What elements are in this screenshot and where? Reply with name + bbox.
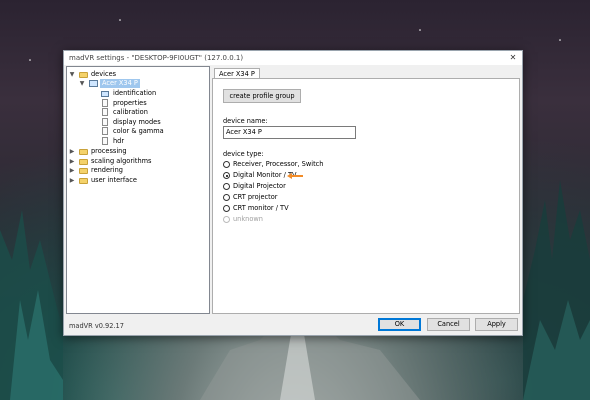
cancel-button[interactable]: Cancel	[427, 318, 470, 331]
radio-circle	[223, 216, 230, 223]
tree-item-device[interactable]: ▼ Acer X34 P	[79, 79, 209, 88]
madvr-settings-window: madVR settings - "DESKTOP-9FI0UGT" (127.…	[63, 50, 523, 336]
tree-item-label: user interface	[91, 175, 137, 184]
tree-item-processing[interactable]: ▶ processing	[69, 147, 209, 156]
radio-label: Receiver, Processor, Switch	[233, 160, 324, 168]
tree-item-label: Acer X34 P	[100, 79, 140, 88]
apply-button[interactable]: Apply	[475, 318, 518, 331]
radio-label: CRT monitor / TV	[233, 204, 289, 212]
tree-item-scaling-algorithms[interactable]: ▶ scaling algorithms	[69, 157, 209, 166]
folder-icon	[79, 177, 88, 184]
radio-circle	[223, 172, 230, 179]
collapse-icon[interactable]: ▼	[79, 79, 85, 88]
page-icon	[102, 136, 108, 145]
tree-item-rendering[interactable]: ▶ rendering	[69, 166, 209, 175]
id-card-icon	[101, 90, 109, 97]
page-icon	[102, 127, 108, 135]
page-icon	[102, 108, 108, 116]
device-type-label: device type:	[223, 150, 264, 158]
folder-icon	[79, 158, 88, 165]
tree-item-label: scaling algorithms	[91, 156, 152, 165]
radio-circle	[223, 194, 230, 201]
tree-item-label: devices	[91, 70, 117, 78]
tree-item-properties[interactable]: properties	[101, 98, 209, 108]
folder-icon	[79, 72, 88, 78]
tree-item-color-gamma[interactable]: color & gamma	[101, 127, 209, 136]
tree-item-label: rendering	[91, 166, 123, 174]
page-icon	[102, 98, 108, 107]
tree-item-label: display modes	[113, 117, 161, 126]
window-title: madVR settings - "DESKTOP-9FI0UGT" (127.…	[69, 54, 244, 62]
folder-icon	[79, 168, 88, 174]
radio-circle	[223, 205, 230, 212]
radio-selected-dot	[225, 174, 228, 177]
ok-button[interactable]: OK	[378, 318, 421, 331]
monitor-icon	[89, 80, 98, 87]
tab-strip: Acer X34 P	[212, 66, 520, 80]
expand-icon[interactable]: ▶	[69, 166, 75, 175]
collapse-icon[interactable]: ▼	[69, 70, 75, 79]
tree-item-identification[interactable]: identification	[101, 89, 209, 98]
expand-icon[interactable]: ▶	[69, 147, 75, 156]
arrow-left-icon	[287, 173, 303, 179]
tree-item-label: calibration	[113, 108, 148, 116]
folder-icon	[79, 149, 88, 155]
close-icon[interactable]: ✕	[504, 52, 522, 64]
device-settings-panel: create profile group device name: Acer X…	[212, 78, 520, 314]
tree-item-label: color & gamma	[113, 127, 164, 135]
radio-label: CRT projector	[233, 193, 278, 201]
page-icon	[102, 117, 108, 126]
tree-item-label: processing	[91, 147, 127, 155]
settings-tree[interactable]: ▼ devices ▼ Acer X34 P identification pr…	[66, 66, 210, 314]
tree-item-label: hdr	[113, 136, 125, 145]
device-name-label: device name:	[223, 117, 268, 125]
tree-item-label: properties	[113, 98, 147, 107]
expand-icon[interactable]: ▶	[69, 176, 75, 185]
radio-label: unknown	[233, 215, 263, 223]
create-profile-group-button[interactable]: create profile group	[223, 89, 301, 103]
tree-item-user-interface[interactable]: ▶ user interface	[69, 176, 209, 185]
radio-circle	[223, 183, 230, 190]
expand-icon[interactable]: ▶	[69, 157, 75, 166]
version-label: madVR v0.92.17	[69, 322, 124, 330]
tree-item-label: identification	[113, 89, 157, 97]
radio-circle	[223, 161, 230, 168]
tree-item-display-modes[interactable]: display modes	[101, 117, 209, 127]
tree-item-devices[interactable]: ▼ devices	[69, 70, 209, 79]
title-bar[interactable]: madVR settings - "DESKTOP-9FI0UGT" (127.…	[64, 51, 522, 65]
device-name-input[interactable]: Acer X34 P	[223, 126, 356, 139]
tree-item-calibration[interactable]: calibration	[101, 108, 209, 117]
radio-label: Digital Projector	[233, 182, 286, 190]
tree-item-hdr[interactable]: hdr	[101, 136, 209, 146]
